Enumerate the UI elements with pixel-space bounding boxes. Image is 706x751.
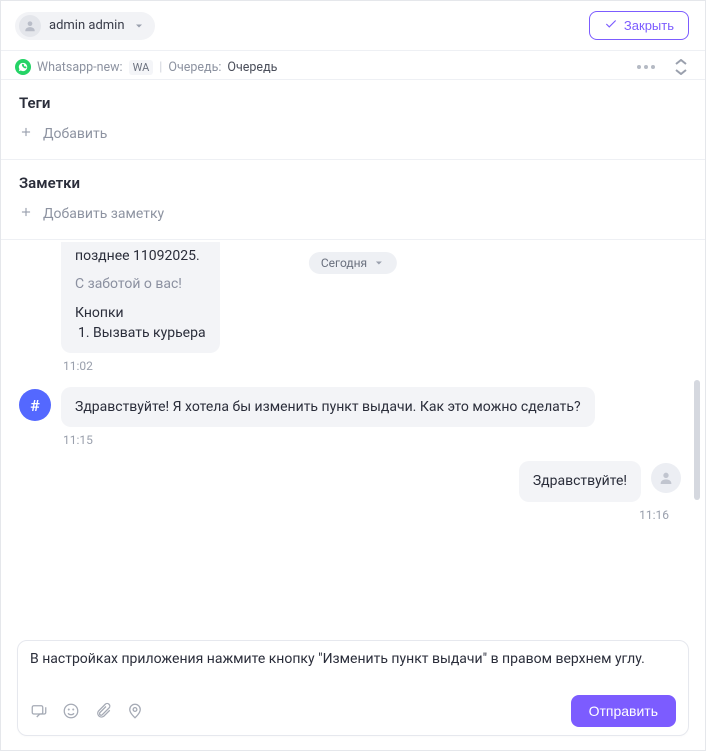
client-avatar: # (19, 389, 51, 421)
more-actions-button[interactable] (631, 59, 661, 75)
avatar-spacer (19, 250, 51, 282)
message-input[interactable] (30, 651, 676, 683)
message-text: Здравствуйте! Я хотела бы изменить пункт… (75, 399, 581, 415)
date-filter-pill[interactable]: Сегодня (309, 252, 397, 274)
scrollbar-thumb[interactable] (694, 380, 700, 500)
message-bubble: Здравствуйте! Я хотела бы изменить пункт… (61, 387, 595, 427)
separator: | (159, 60, 162, 75)
date-label: Сегодня (321, 256, 367, 270)
conversation-subheader: Whatsapp-new: WA | Очередь: Очередь (1, 51, 705, 79)
queue-label: Очередь: (168, 60, 221, 75)
assignee-dropdown[interactable]: admin admin (15, 12, 155, 40)
channel-code: WA (129, 60, 154, 75)
message-time: 11:16 (19, 508, 669, 522)
chevron-down-icon (373, 257, 385, 269)
whatsapp-icon (15, 59, 31, 75)
plus-icon (19, 205, 33, 223)
quick-reply-icon[interactable] (30, 702, 48, 720)
plus-icon (19, 125, 33, 143)
tags-title: Теги (19, 94, 687, 112)
add-tag-button[interactable]: Добавить (19, 125, 107, 143)
message-buttons-list: Вызвать курьера (75, 323, 206, 343)
add-note-label: Добавить заметку (43, 206, 164, 222)
add-tag-label: Добавить (43, 126, 107, 142)
message-row-outgoing: Здравствуйте! (19, 461, 681, 501)
message-composer: Отправить (17, 640, 689, 736)
message-signoff: С заботой о вас! (75, 274, 206, 294)
message-bubble: позднее 11092025. С заботой о вас! Кнопк… (61, 242, 220, 353)
message-text: Здравствуйте! (533, 473, 627, 489)
chat-area: Сегодня позднее 11092025. С заботой о ва… (1, 239, 705, 750)
message-row: # Здравствуйте! Я хотела бы изменить пун… (19, 387, 681, 427)
send-button[interactable]: Отправить (571, 695, 676, 727)
notes-title: Заметки (19, 174, 687, 192)
close-button-label: Закрыть (624, 18, 674, 33)
message-bubble: Здравствуйте! (519, 461, 641, 501)
check-icon (604, 17, 618, 34)
message-text-line: позднее 11092025. (75, 246, 206, 266)
close-conversation-button[interactable]: Закрыть (589, 11, 689, 40)
message-buttons-label: Кнопки (75, 303, 206, 323)
emoji-icon[interactable] (62, 702, 80, 720)
send-button-label: Отправить (589, 703, 658, 719)
channel-info: Whatsapp-new: WA | Очередь: Очередь (15, 59, 277, 75)
add-note-button[interactable]: Добавить заметку (19, 205, 164, 223)
user-avatar-icon (19, 15, 41, 37)
chevron-down-icon (133, 20, 145, 32)
conversation-header: admin admin Закрыть (1, 1, 705, 51)
message-time: 11:15 (63, 433, 681, 447)
notes-section: Заметки Добавить заметку (1, 159, 705, 239)
tags-section: Теги Добавить (1, 79, 705, 159)
assignee-name: admin admin (49, 18, 125, 33)
operator-avatar (651, 463, 681, 493)
channel-name: Whatsapp-new: (37, 60, 123, 75)
location-icon[interactable] (126, 702, 144, 720)
collapse-toggle-button[interactable] (671, 55, 691, 79)
chat-scroll[interactable]: Сегодня позднее 11092025. С заботой о ва… (1, 240, 705, 630)
queue-value: Очередь (227, 60, 277, 75)
message-time: 11:02 (63, 359, 681, 373)
attachment-icon[interactable] (94, 702, 112, 720)
message-button-item: Вызвать курьера (93, 323, 206, 343)
